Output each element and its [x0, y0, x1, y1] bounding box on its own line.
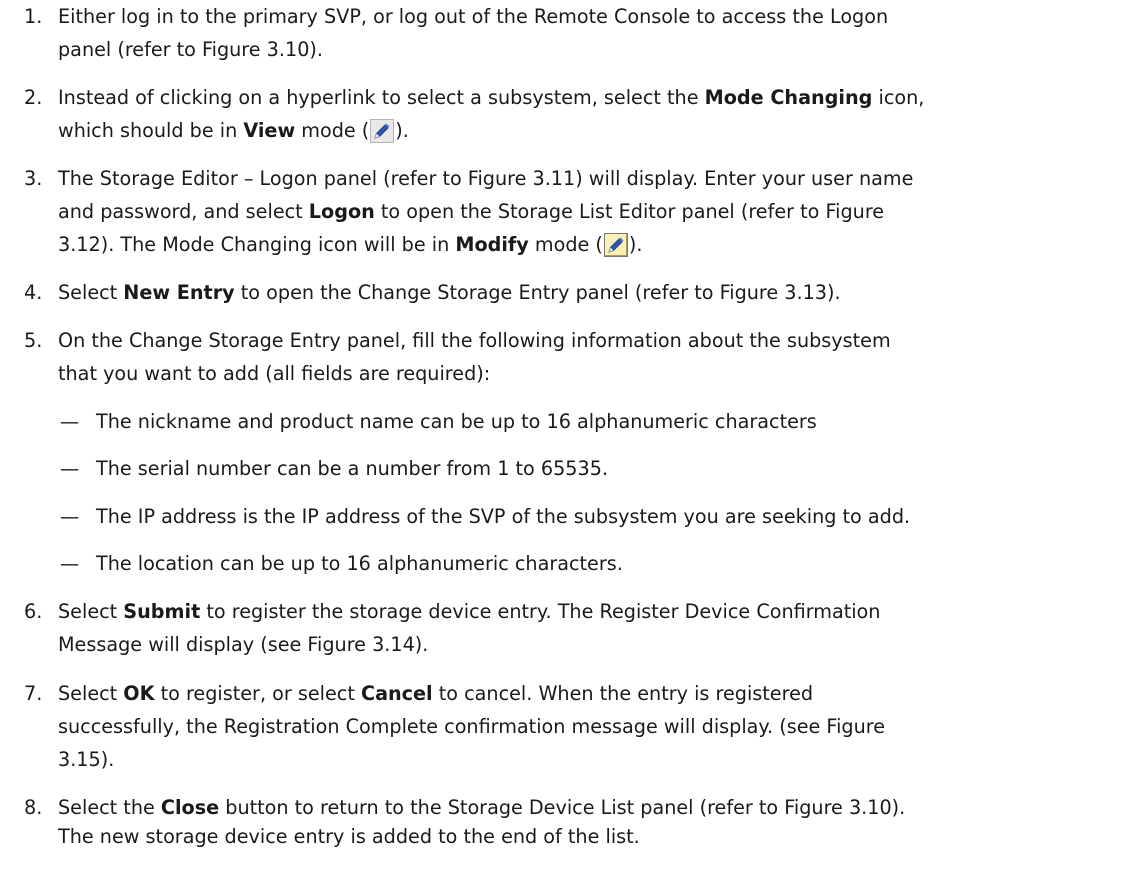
- step-text: Select the Close button to return to the…: [58, 791, 1129, 853]
- step-text: Select OK to register, or select Cancel …: [58, 677, 1129, 776]
- dash-marker: —: [60, 410, 80, 433]
- step-line: that you want to add (all fields are req…: [58, 362, 491, 385]
- new-entry-label: New Entry: [123, 281, 235, 304]
- text-run: to open the Storage List Editor panel (r…: [374, 200, 885, 223]
- step-number: 3.: [24, 167, 43, 190]
- bullet-text: The serial number can be a number from 1…: [96, 457, 609, 480]
- text-run: to register the storage device entry. Th…: [200, 600, 881, 623]
- text-run: Select the: [58, 796, 161, 819]
- text-run: Select: [58, 281, 124, 304]
- text-run: button to return to the Storage Device L…: [219, 796, 906, 819]
- step-8: 8. Select the Close button to return to …: [24, 791, 1129, 853]
- dash-marker: —: [60, 505, 80, 528]
- step-line: Message will display (see Figure 3.14).: [58, 633, 429, 656]
- step-3: 3. The Storage Editor – Logon panel (ref…: [24, 162, 1129, 261]
- step-line: Select OK to register, or select Cancel …: [58, 677, 1129, 710]
- step-line: panel (refer to Figure 3.10).: [58, 38, 323, 61]
- text-run: and password, and select: [58, 200, 309, 223]
- cancel-label: Cancel: [360, 682, 433, 705]
- step-line: On the Change Storage Entry panel, fill …: [58, 329, 891, 352]
- step-number: 7.: [24, 682, 43, 705]
- document-page: 1. Either log in to the primary SVP, or …: [0, 0, 1137, 877]
- step-text: The Storage Editor – Logon panel (refer …: [58, 162, 1129, 261]
- step-5: 5. On the Change Storage Entry panel, fi…: [24, 324, 1129, 390]
- text-run: to open the Change Storage Entry panel (…: [234, 281, 841, 304]
- mode-changing-label: Mode Changing: [704, 86, 873, 109]
- step-line: successfully, the Registration Complete …: [58, 715, 886, 738]
- text-run: Select: [58, 682, 124, 705]
- step-number: 6.: [24, 600, 43, 623]
- dash-marker: —: [60, 552, 80, 575]
- step-text: Select Submit to register the storage de…: [58, 595, 1129, 661]
- mode-changing-view-icon: [370, 119, 395, 143]
- bullet-text: The location can be up to 16 alphanumeri…: [96, 552, 623, 575]
- step-line: 3.15).: [58, 748, 115, 771]
- step-number: 1.: [24, 5, 43, 28]
- step-text: On the Change Storage Entry panel, fill …: [58, 324, 1129, 390]
- step-4: 4. Select New Entry to open the Change S…: [24, 276, 1129, 309]
- text-run: ).: [395, 119, 409, 142]
- bullet-item: — The serial number can be a number from…: [60, 452, 1130, 485]
- modify-mode-label: Modify: [455, 233, 529, 256]
- step-number: 5.: [24, 329, 43, 352]
- text-run: Instead of clicking on a hyperlink to se…: [58, 86, 705, 109]
- step-line: The new storage device entry is added to…: [58, 825, 640, 848]
- text-run: mode (: [295, 119, 370, 142]
- step-line: Select New Entry to open the Change Stor…: [58, 276, 1129, 309]
- bullet-item: — The IP address is the IP address of th…: [60, 500, 1130, 533]
- step-line: Either log in to the primary SVP, or log…: [58, 5, 889, 28]
- step-line: and password, and select Logon to open t…: [58, 195, 1129, 228]
- ok-label: OK: [123, 682, 155, 705]
- step-1: 1. Either log in to the primary SVP, or …: [24, 0, 1129, 66]
- text-run: to cancel. When the entry is registered: [432, 682, 814, 705]
- step-number: 8.: [24, 796, 43, 819]
- text-run: which should be in: [58, 119, 244, 142]
- step-number: 4.: [24, 281, 43, 304]
- bullet-text: The IP address is the IP address of the …: [96, 505, 911, 528]
- step-text: Select New Entry to open the Change Stor…: [58, 276, 1129, 309]
- close-label: Close: [160, 796, 220, 819]
- logon-label: Logon: [308, 200, 375, 223]
- text-run: ).: [628, 233, 643, 256]
- step-line: 3.12). The Mode Changing icon will be in…: [58, 228, 1129, 261]
- bullet-item: — The location can be up to 16 alphanume…: [60, 547, 1130, 580]
- text-run: 3.12). The Mode Changing icon will be in: [58, 233, 456, 256]
- step-line: The Storage Editor – Logon panel (refer …: [58, 167, 914, 190]
- step-line: Instead of clicking on a hyperlink to se…: [58, 81, 1129, 114]
- step-text: Instead of clicking on a hyperlink to se…: [58, 81, 1129, 147]
- mode-changing-modify-icon: [603, 233, 628, 257]
- text-run: to register, or select: [154, 682, 361, 705]
- view-mode-label: View: [243, 119, 296, 142]
- step-2: 2. Instead of clicking on a hyperlink to…: [24, 81, 1129, 147]
- text-run: Select: [58, 600, 124, 623]
- text-run: mode (: [528, 233, 603, 256]
- bullet-text: The nickname and product name can be up …: [96, 410, 817, 433]
- step-7: 7. Select OK to register, or select Canc…: [24, 677, 1129, 776]
- step-6: 6. Select Submit to register the storage…: [24, 595, 1129, 661]
- text-run: icon,: [872, 86, 925, 109]
- step-line: which should be in View mode ().: [58, 114, 1129, 147]
- bullet-item: — The nickname and product name can be u…: [60, 405, 1130, 438]
- step-line: Select Submit to register the storage de…: [58, 595, 1129, 628]
- step-number: 2.: [24, 86, 43, 109]
- step-text: Either log in to the primary SVP, or log…: [58, 0, 1129, 66]
- submit-label: Submit: [123, 600, 201, 623]
- dash-marker: —: [60, 457, 80, 480]
